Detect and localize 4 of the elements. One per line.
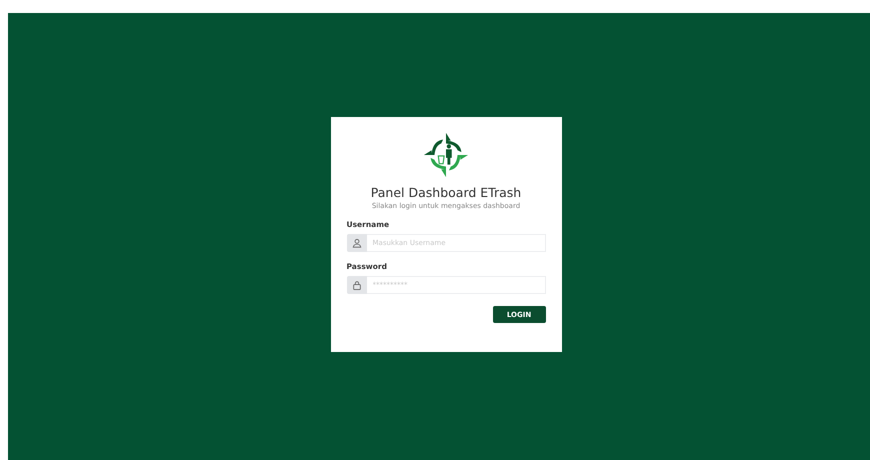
recycle-person-icon <box>422 131 470 179</box>
card-title: Panel Dashboard ETrash <box>370 185 522 200</box>
lock-icon <box>346 276 366 294</box>
user-icon <box>346 234 366 252</box>
